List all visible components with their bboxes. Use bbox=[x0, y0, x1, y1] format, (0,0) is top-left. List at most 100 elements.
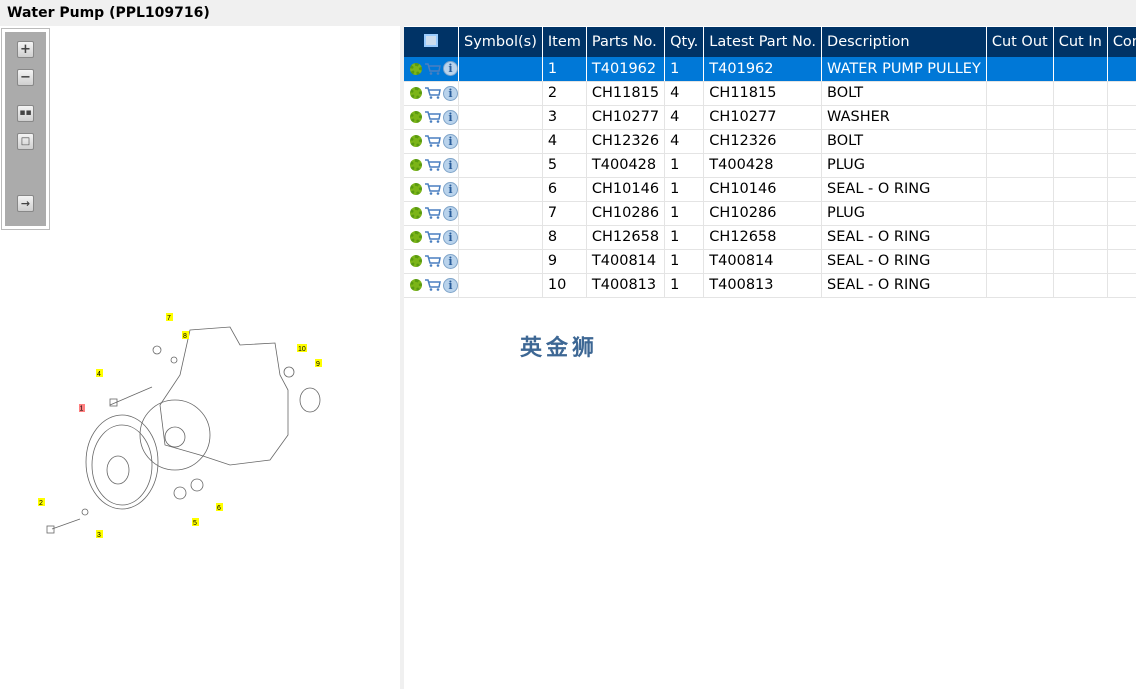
row-actions: i bbox=[404, 201, 459, 226]
cart-icon[interactable] bbox=[425, 183, 441, 195]
cart-icon[interactable] bbox=[425, 231, 441, 243]
cell-comment bbox=[1107, 153, 1136, 178]
gear-icon[interactable] bbox=[410, 62, 422, 75]
gear-icon[interactable] bbox=[410, 255, 422, 267]
table-row[interactable]: i 5 T400428 1 T400428 PLUG bbox=[404, 153, 1136, 178]
cell-qty: 1 bbox=[664, 201, 705, 226]
cell-part: T400813 bbox=[586, 273, 666, 298]
col-latest-part[interactable]: Latest Part No. bbox=[703, 27, 823, 57]
cell-latest: T400428 bbox=[703, 153, 823, 178]
info-icon[interactable]: i bbox=[443, 253, 458, 269]
gear-icon[interactable] bbox=[410, 159, 422, 171]
cell-symbols bbox=[458, 153, 543, 178]
info-icon[interactable]: i bbox=[443, 109, 458, 125]
table-row[interactable]: i 8 CH12658 1 CH12658 SEAL - O RING bbox=[404, 225, 1136, 250]
gear-icon[interactable] bbox=[410, 183, 422, 195]
cell-item: 5 bbox=[542, 153, 587, 178]
cell-latest: T400813 bbox=[703, 273, 823, 298]
info-icon[interactable]: i bbox=[443, 229, 458, 245]
col-item[interactable]: Item bbox=[542, 27, 587, 57]
cell-qty: 1 bbox=[664, 249, 705, 274]
col-description[interactable]: Description bbox=[821, 27, 987, 57]
cell-item: 2 bbox=[542, 81, 587, 106]
info-icon[interactable]: i bbox=[443, 205, 458, 221]
cell-cut-out bbox=[986, 57, 1054, 82]
fit-grid-icon[interactable]: ▪▪ bbox=[17, 105, 34, 122]
cell-item: 8 bbox=[542, 225, 587, 250]
col-comment[interactable]: Comment bbox=[1107, 27, 1136, 57]
cell-part: CH10146 bbox=[586, 177, 666, 202]
row-actions: i bbox=[404, 57, 459, 82]
cell-latest: CH12658 bbox=[703, 225, 823, 250]
cart-icon[interactable] bbox=[425, 87, 441, 99]
export-button[interactable]: → bbox=[17, 195, 34, 212]
cell-cut-out bbox=[986, 81, 1054, 106]
col-qty[interactable]: Qty. bbox=[664, 27, 705, 57]
cell-part: T401962 bbox=[586, 57, 666, 82]
info-icon[interactable]: i bbox=[443, 157, 458, 173]
cell-desc: PLUG bbox=[821, 153, 987, 178]
info-icon[interactable]: i bbox=[443, 61, 458, 77]
info-icon[interactable]: i bbox=[443, 133, 458, 149]
zoom-out-button[interactable]: − bbox=[17, 69, 34, 86]
table-row[interactable]: i 4 CH12326 4 CH12326 BOLT bbox=[404, 129, 1136, 154]
cell-qty: 4 bbox=[664, 105, 705, 130]
gear-icon[interactable] bbox=[410, 135, 422, 147]
callout-6: 6 bbox=[217, 505, 221, 512]
cell-comment bbox=[1107, 273, 1136, 298]
cell-latest: CH12326 bbox=[703, 129, 823, 154]
gear-icon[interactable] bbox=[410, 279, 422, 291]
gear-icon[interactable] bbox=[410, 111, 422, 123]
cell-desc: SEAL - O RING bbox=[821, 249, 987, 274]
row-actions: i bbox=[404, 153, 459, 178]
cart-icon[interactable] bbox=[425, 279, 441, 291]
col-cut-out[interactable]: Cut Out bbox=[986, 27, 1054, 57]
cell-symbols bbox=[458, 177, 543, 202]
cart-icon[interactable] bbox=[425, 207, 441, 219]
cell-cut-out bbox=[986, 225, 1054, 250]
cell-cut-in bbox=[1053, 153, 1108, 178]
pump-housing bbox=[159, 326, 289, 466]
callouts: 1 2 3 4 5 6 7 8 9 10 bbox=[38, 313, 322, 539]
table-row[interactable]: i 3 CH10277 4 CH10277 WASHER bbox=[404, 105, 1136, 130]
cell-cut-in bbox=[1053, 273, 1108, 298]
cell-part: CH12326 bbox=[586, 129, 666, 154]
table-row[interactable]: i 7 CH10286 1 CH10286 PLUG bbox=[404, 201, 1136, 226]
col-cut-in[interactable]: Cut In bbox=[1053, 27, 1108, 57]
actual-size-button[interactable]: □ bbox=[17, 133, 34, 150]
cell-desc: BOLT bbox=[821, 129, 987, 154]
cell-symbols bbox=[458, 225, 543, 250]
cart-icon[interactable] bbox=[425, 255, 441, 267]
gear-icon[interactable] bbox=[410, 87, 422, 99]
info-icon[interactable]: i bbox=[443, 85, 458, 101]
info-icon[interactable]: i bbox=[443, 277, 458, 293]
table-row[interactable]: i 1 T401962 1 T401962 WATER PUMP PULLEY bbox=[404, 57, 1136, 82]
cell-comment bbox=[1107, 81, 1136, 106]
search-icon bbox=[424, 33, 438, 47]
cell-part: CH10286 bbox=[586, 201, 666, 226]
cart-icon[interactable] bbox=[425, 135, 441, 147]
table-row[interactable]: i 6 CH10146 1 CH10146 SEAL - O RING bbox=[404, 177, 1136, 202]
cell-comment bbox=[1107, 249, 1136, 274]
parts-table: Symbol(s) Item Parts No. Qty. Latest Par… bbox=[404, 27, 1136, 298]
cart-icon[interactable] bbox=[425, 63, 441, 75]
column-search-icon[interactable] bbox=[404, 27, 459, 57]
cell-symbols bbox=[458, 249, 543, 274]
cart-icon[interactable] bbox=[425, 159, 441, 171]
viewer-toolbar: + − ▪▪ □ → bbox=[1, 28, 50, 230]
cell-desc: SEAL - O RING bbox=[821, 225, 987, 250]
gear-icon[interactable] bbox=[410, 207, 422, 219]
cart-icon[interactable] bbox=[425, 111, 441, 123]
cell-comment bbox=[1107, 177, 1136, 202]
col-symbols[interactable]: Symbol(s) bbox=[458, 27, 543, 57]
cell-latest: CH10286 bbox=[703, 201, 823, 226]
info-icon[interactable]: i bbox=[443, 181, 458, 197]
table-row[interactable]: i 9 T400814 1 T400814 SEAL - O RING bbox=[404, 249, 1136, 274]
zoom-in-button[interactable]: + bbox=[17, 41, 34, 58]
cell-desc: WATER PUMP PULLEY bbox=[821, 57, 987, 82]
gear-icon[interactable] bbox=[410, 231, 422, 243]
cell-latest: CH10146 bbox=[703, 177, 823, 202]
table-row[interactable]: i 10 T400813 1 T400813 SEAL - O RING bbox=[404, 273, 1136, 298]
col-parts-no[interactable]: Parts No. bbox=[586, 27, 666, 57]
table-row[interactable]: i 2 CH11815 4 CH11815 BOLT bbox=[404, 81, 1136, 106]
